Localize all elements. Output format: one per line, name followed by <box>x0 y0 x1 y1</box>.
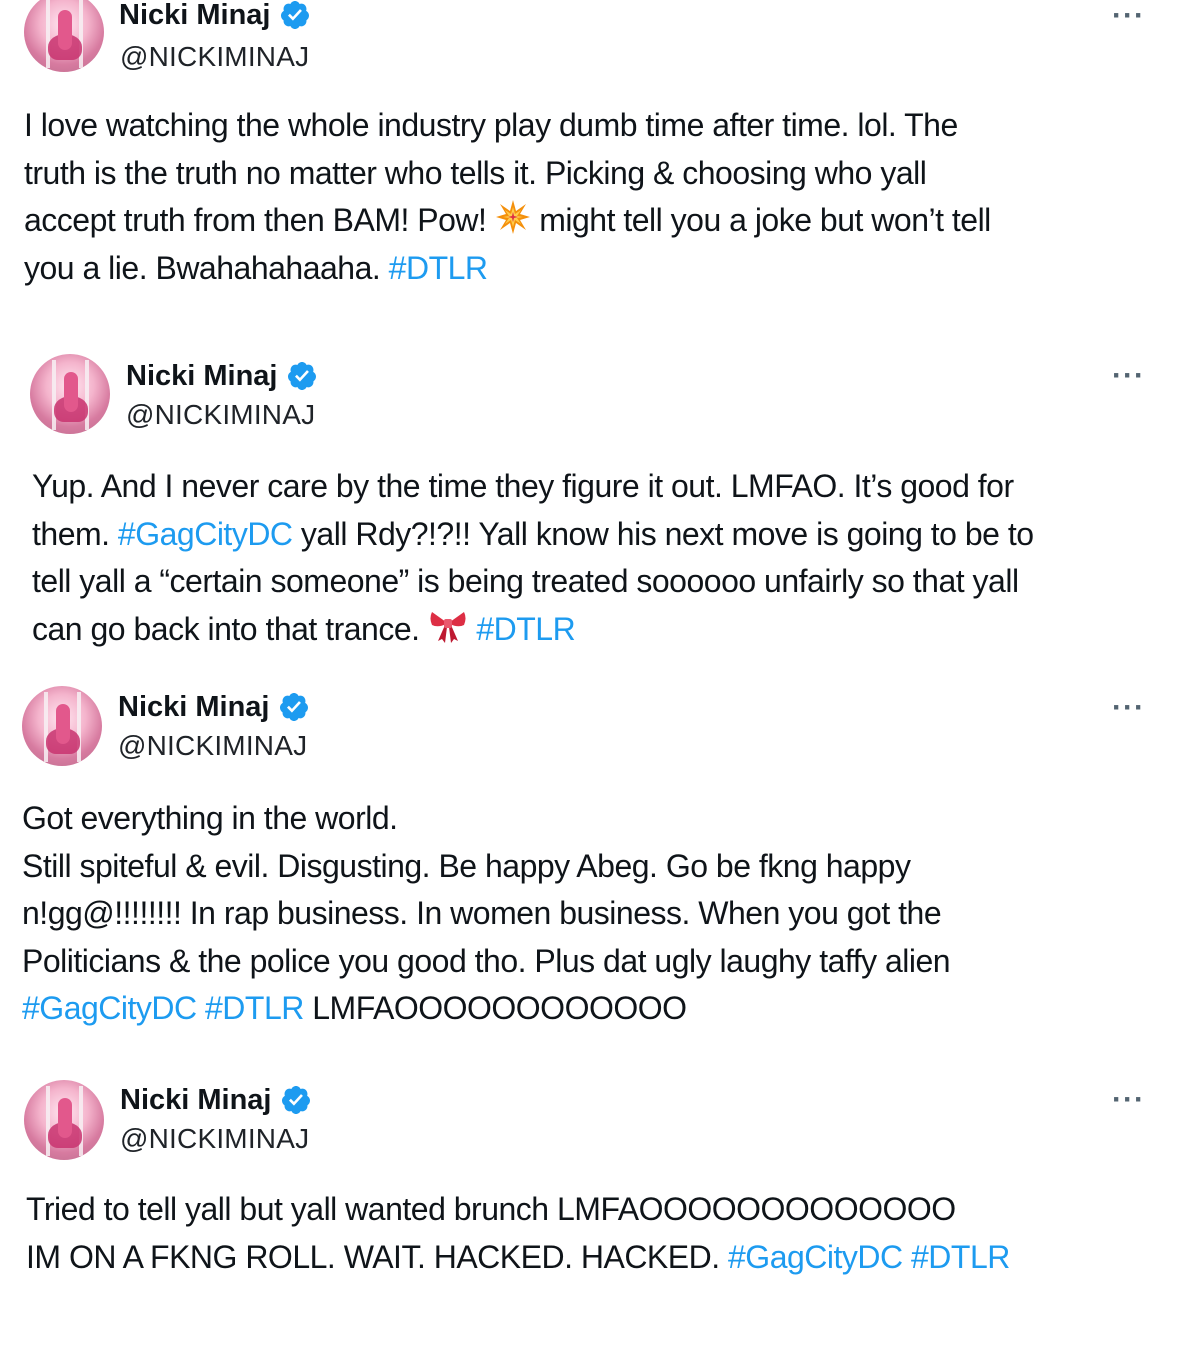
more-options-icon[interactable]: ··· <box>1112 361 1145 391</box>
text-line: accept truth from then BAM! Pow! <box>24 202 495 238</box>
text-line: truth is the truth no matter who tells i… <box>24 154 927 191</box>
collision-emoji-icon <box>495 200 530 234</box>
verified-badge-icon <box>287 362 316 390</box>
tweet-1[interactable]: Nicki Minaj @NICKIMINAJ ··· I love watch… <box>0 0 1178 320</box>
ribbon-emoji-icon <box>430 611 466 643</box>
tweet-4[interactable]: Nicki Minaj @NICKIMINAJ ··· Tried to tel… <box>0 1066 1178 1352</box>
avatar[interactable] <box>22 686 102 766</box>
tweet-text: Got everything in the world. Still spite… <box>22 795 951 1033</box>
tweet-text: Yup. And I never care by the time they f… <box>32 463 1034 653</box>
text-line: Politicians & the police you good tho. P… <box>22 942 951 979</box>
author-name-text: Nicki Minaj <box>120 1084 272 1116</box>
text-line: LMFAOOOOOOOOOOOO <box>303 990 687 1026</box>
text-line: IM ON A FKNG ROLL. WAIT. HACKED. HACKED. <box>26 1238 728 1275</box>
author-name[interactable]: Nicki Minaj <box>119 0 311 32</box>
text-line: you a lie. Bwahahahaaha. <box>24 249 389 286</box>
text-line: n!gg@!!!!!!!! In rap business. In women … <box>22 895 942 931</box>
text-line: Yup. And I never care by the time they f… <box>32 468 1014 504</box>
tweet-3[interactable]: Nicki Minaj @NICKIMINAJ ··· Got everythi… <box>0 672 1178 1032</box>
avatar[interactable] <box>24 0 104 72</box>
author-name-text: Nicki Minaj <box>118 691 270 723</box>
hashtag-link[interactable]: #GagCityDC #DTLR <box>22 990 304 1026</box>
tweet-2[interactable]: Nicki Minaj @NICKIMINAJ ··· Yup. And I n… <box>0 340 1178 660</box>
avatar[interactable] <box>30 354 110 434</box>
avatar[interactable] <box>24 1080 104 1160</box>
author-name[interactable]: Nicki Minaj <box>126 359 318 393</box>
more-options-icon[interactable]: ··· <box>1112 1 1145 31</box>
author-handle[interactable]: @NICKIMINAJ <box>126 399 315 431</box>
tweet-text: I love watching the whole industry play … <box>24 102 991 292</box>
text-line: might tell you a joke but won’t tell <box>530 202 991 238</box>
verified-badge-icon <box>279 693 308 721</box>
text-line: I love watching the whole industry play … <box>24 107 958 143</box>
text-line: can go back into that trance. <box>32 610 428 647</box>
author-name[interactable]: Nicki Minaj <box>118 690 310 724</box>
author-name-text: Nicki Minaj <box>119 0 271 31</box>
hashtag-link[interactable]: #DTLR <box>389 250 488 286</box>
author-name[interactable]: Nicki Minaj <box>120 1083 312 1117</box>
author-name-text: Nicki Minaj <box>126 360 278 392</box>
more-options-icon[interactable]: ··· <box>1112 693 1145 723</box>
text-line: yall Rdy?!?!! Yall know his next move is… <box>292 515 1034 552</box>
verified-badge-icon <box>280 1 309 29</box>
hashtag-link[interactable]: #GagCityDC <box>118 516 293 552</box>
text-line: tell yall a “certain someone” is being t… <box>32 563 1019 599</box>
text-line: Still spiteful & evil. Disgusting. Be ha… <box>22 847 911 884</box>
hashtag-link[interactable]: #DTLR <box>476 611 575 647</box>
author-handle[interactable]: @NICKIMINAJ <box>120 41 309 73</box>
author-handle[interactable]: @NICKIMINAJ <box>118 730 307 762</box>
verified-badge-icon <box>281 1086 310 1114</box>
text-line: Got everything in the world. <box>22 800 398 836</box>
text-line: them. <box>32 515 118 552</box>
tweet-text: Tried to tell yall but yall wanted brunc… <box>26 1186 1010 1281</box>
more-options-icon[interactable]: ··· <box>1112 1085 1145 1115</box>
hashtag-link[interactable]: #GagCityDC #DTLR <box>728 1239 1010 1275</box>
author-handle[interactable]: @NICKIMINAJ <box>120 1123 309 1155</box>
text-line: Tried to tell yall but yall wanted brunc… <box>26 1191 956 1227</box>
